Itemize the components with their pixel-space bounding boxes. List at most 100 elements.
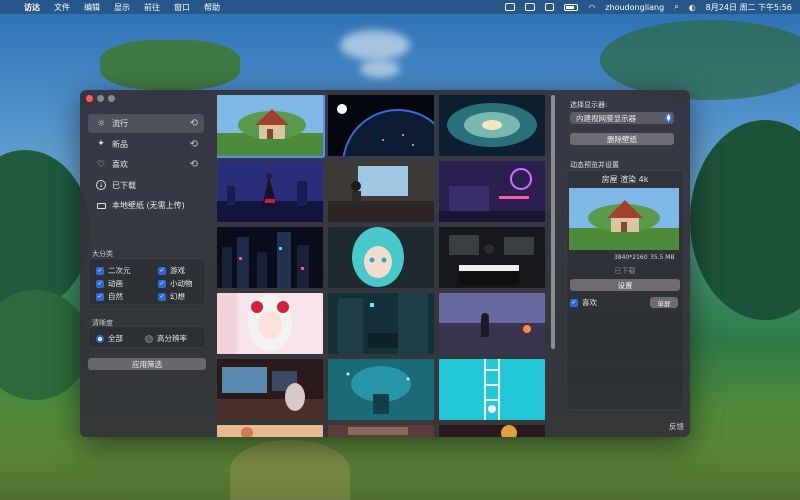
control-center-icon[interactable]: ◐ — [689, 3, 696, 12]
menu-edit[interactable]: 编辑 — [84, 2, 100, 13]
preview-image — [569, 188, 679, 250]
feedback-link[interactable]: 反馈 — [669, 421, 684, 432]
thumb-piano-girl[interactable] — [439, 227, 545, 288]
checkbox-label: 小动物 — [170, 279, 193, 288]
menu-view[interactable]: 显示 — [114, 2, 130, 13]
checkmark-icon: ✓ — [570, 298, 578, 307]
downloaded-status: 已下载 — [614, 267, 636, 275]
sidebar-item-label: 本地壁纸 (无需上传) — [112, 201, 185, 210]
sun-icon: ☼ — [96, 118, 106, 129]
x-app-icon[interactable] — [545, 3, 555, 11]
thumb-earth-night[interactable] — [328, 95, 434, 156]
refresh-icon[interactable]: ⟲ — [190, 118, 198, 129]
sparkle-icon: ✦ — [97, 139, 105, 149]
category-checkbox-animals[interactable]: ✓ 小动物 — [158, 278, 193, 289]
thumb-rooftop-sunset[interactable] — [439, 293, 545, 354]
radio-unselected-icon — [145, 334, 153, 343]
menu-window[interactable]: 窗口 — [174, 2, 190, 13]
thumb-gaming-desk[interactable] — [217, 359, 323, 420]
resolution-radio-high[interactable]: 高分辨率 — [145, 333, 187, 344]
heart-icon: ♡ — [96, 159, 106, 170]
sidebar-item-label: 已下载 — [112, 180, 136, 190]
sidebar-item-label: 流行 — [112, 119, 128, 128]
battery-icon[interactable] — [564, 3, 579, 11]
app-window: ☼ 流行 ⟲ ✦ 新品 ⟲ ♡ 喜欢 ⟲ ↓ 已下载 本地壁纸 (无需上传) 大… — [80, 90, 690, 437]
wifi-icon[interactable]: ◠ — [588, 3, 595, 12]
preview-resolution: 3840*2160 — [614, 254, 648, 261]
display-select-label: 选择显示器: — [570, 101, 608, 109]
thumb-partial-2[interactable] — [328, 425, 434, 437]
checkbox-label: 喜欢 — [582, 298, 597, 307]
like-checkbox[interactable]: ✓ 喜欢 — [570, 297, 597, 308]
thumb-miku[interactable] — [328, 227, 434, 288]
resolution-radio-all[interactable]: 全部 — [96, 333, 123, 344]
thumb-anime-study-room[interactable] — [328, 161, 434, 222]
thumb-cyberpunk-city[interactable] — [217, 227, 323, 288]
thumb-galaxy[interactable] — [439, 95, 545, 156]
menu-app-name[interactable]: 访达 — [24, 2, 40, 13]
preview-title: 房屋 渲染 4k — [601, 175, 649, 184]
single-screen-button[interactable]: 单屏 — [650, 297, 678, 308]
checkmark-icon: ✓ — [96, 292, 104, 301]
menu-bar: 访达 文件 编辑 显示 前往 窗口 帮助 ◠ zhoudongliang ⌕ ◐… — [0, 0, 800, 14]
apply-filter-button[interactable]: 应用筛选 — [88, 358, 206, 370]
preview-file-size: 35.5 MB — [650, 254, 675, 261]
refresh-icon[interactable]: ⟲ — [190, 159, 198, 170]
set-wallpaper-button[interactable]: 设置 — [570, 279, 680, 291]
checkmark-icon: ✓ — [96, 266, 104, 275]
wallpaper-app-icon[interactable] — [505, 3, 516, 11]
sidebar-item-popular[interactable]: ☼ 流行 ⟲ — [88, 114, 204, 133]
category-checkbox-game[interactable]: ✓ 游戏 — [158, 265, 185, 276]
sidebar-nav: ☼ 流行 ⟲ ✦ 新品 ⟲ ♡ 喜欢 ⟲ ↓ 已下载 本地壁纸 (无需上传) — [88, 114, 204, 217]
thumb-cyan-ladder[interactable] — [439, 359, 545, 420]
display-icon[interactable] — [525, 3, 536, 11]
clock-datetime[interactable]: 8月24日 周二 下午5:56 — [706, 2, 792, 13]
wallpaper-gallery — [217, 95, 550, 437]
display-select[interactable]: 内建视网膜显示器 ▲ ▼ — [570, 112, 674, 124]
sidebar-item-favorites[interactable]: ♡ 喜欢 ⟲ — [88, 155, 204, 174]
category-checkbox-nature[interactable]: ✓ 自然 — [96, 291, 123, 302]
sidebar-item-local-wallpaper[interactable]: 本地壁纸 (无需上传) — [88, 196, 204, 215]
sidebar: ☼ 流行 ⟲ ✦ 新品 ⟲ ♡ 喜欢 ⟲ ↓ 已下载 本地壁纸 (无需上传) 大… — [80, 90, 212, 437]
radio-selected-icon — [96, 334, 104, 343]
thumb-cyber-alley[interactable] — [328, 293, 434, 354]
checkmark-icon: ✓ — [158, 292, 166, 301]
thumb-house-render[interactable] — [217, 95, 323, 156]
detail-panel: 选择显示器: 内建视网膜显示器 ▲ ▼ 删除壁纸 动态预览并设置 房屋 渲染 4k… — [558, 90, 690, 437]
search-icon[interactable]: ⌕ — [674, 2, 678, 12]
menu-file[interactable]: 文件 — [54, 2, 70, 13]
thumb-neon-room[interactable] — [439, 161, 545, 222]
preview-section-label: 动态预览并设置 — [570, 161, 619, 169]
refresh-icon[interactable]: ⟲ — [190, 139, 198, 150]
checkmark-icon: ✓ — [158, 279, 166, 288]
thumb-underwater-teal[interactable] — [328, 359, 434, 420]
checkbox-label: 幻想 — [170, 292, 185, 301]
checkbox-label: 二次元 — [108, 266, 131, 275]
sidebar-item-downloaded[interactable]: ↓ 已下载 — [88, 176, 204, 195]
thumb-pink-anime-girl[interactable] — [217, 293, 323, 354]
category-checkbox-animation[interactable]: ✓ 动画 — [96, 278, 123, 289]
checkbox-label: 动画 — [108, 279, 123, 288]
delete-wallpaper-button[interactable]: 删除壁纸 — [570, 133, 674, 145]
download-icon: ↓ — [96, 180, 106, 190]
checkmark-icon: ✓ — [158, 266, 166, 275]
sidebar-item-label: 喜欢 — [112, 160, 128, 169]
gallery-scrollbar[interactable] — [551, 95, 555, 349]
category-checkbox-fantasy[interactable]: ✓ 幻想 — [158, 291, 185, 302]
menu-help[interactable]: 帮助 — [204, 2, 220, 13]
menu-username[interactable]: zhoudongliang — [605, 3, 664, 12]
thumb-anime-city-night[interactable] — [217, 161, 323, 222]
thumb-partial-1[interactable] — [217, 425, 323, 437]
checkbox-label: 游戏 — [170, 266, 185, 275]
category-checkbox-anime[interactable]: ✓ 二次元 — [96, 265, 131, 276]
thumb-partial-3[interactable] — [439, 425, 545, 437]
menu-go[interactable]: 前往 — [144, 2, 160, 13]
display-select-value: 内建视网膜显示器 — [576, 113, 636, 123]
radio-label: 全部 — [108, 334, 123, 343]
sidebar-item-new[interactable]: ✦ 新品 ⟲ — [88, 135, 204, 154]
checkbox-label: 自然 — [108, 292, 123, 301]
monitor-icon — [96, 201, 106, 211]
chevron-updown-icon: ▲ ▼ — [665, 113, 672, 123]
checkmark-icon: ✓ — [96, 279, 104, 288]
sidebar-item-label: 新品 — [112, 139, 128, 149]
